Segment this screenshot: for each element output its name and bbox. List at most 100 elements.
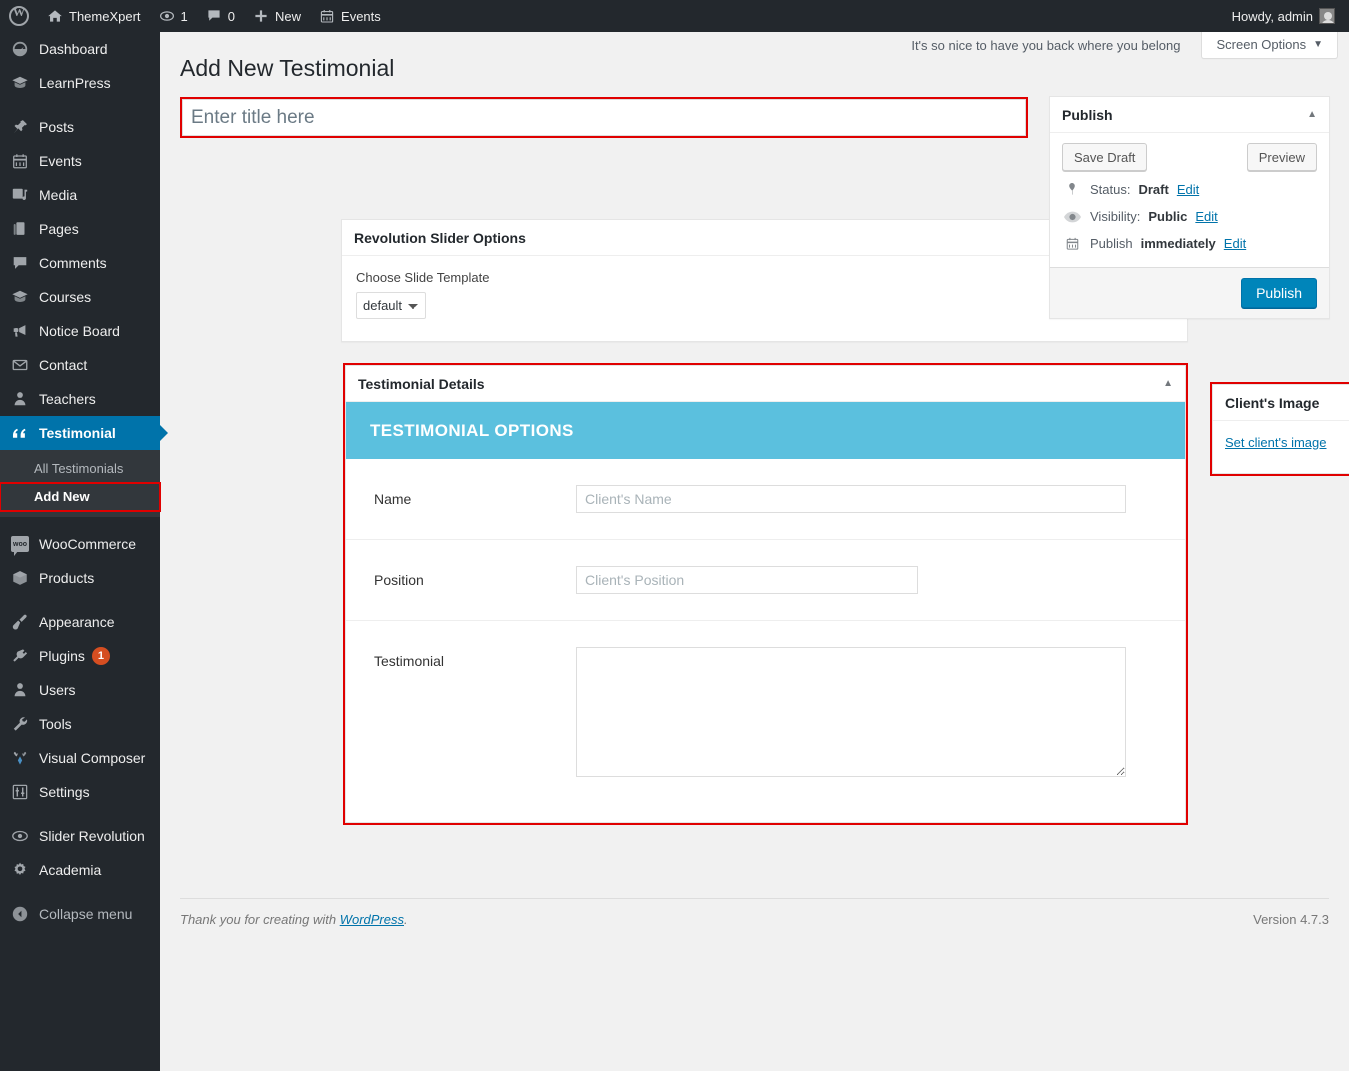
sidebar-item-courses[interactable]: Courses (0, 280, 160, 314)
post-title-highlight (180, 97, 1028, 138)
comments-menu[interactable]: 0 (197, 0, 244, 32)
chevron-up-icon[interactable]: ▲ (1307, 109, 1317, 120)
sidebar-item-label: Courses (39, 288, 91, 306)
save-draft-button[interactable]: Save Draft (1062, 143, 1147, 171)
sidebar-separator (0, 517, 160, 527)
sidebar-item-label: Pages (39, 220, 79, 238)
screen-options-label: Screen Options (1216, 37, 1306, 52)
publish-button[interactable]: Publish (1241, 278, 1317, 308)
sidebar-item-notice-board[interactable]: Notice Board (0, 314, 160, 348)
sidebar-item-tools[interactable]: Tools (0, 707, 160, 741)
slide-template-select[interactable]: default (356, 292, 426, 319)
sidebar-item-label: Dashboard (39, 40, 108, 58)
events-label: Events (341, 9, 381, 24)
clients-image-header[interactable]: Client's Image ▲ (1213, 385, 1349, 421)
sidebar-item-label: Plugins (39, 647, 85, 665)
preview-button[interactable]: Preview (1247, 143, 1317, 171)
sidebar-item-events[interactable]: Events (0, 144, 160, 178)
woo-icon: woo (10, 534, 30, 554)
visibility-value: Public (1148, 209, 1187, 224)
status-row: Status: Draft Edit (1062, 175, 1317, 203)
publish-quick-actions: Save Draft Preview (1062, 143, 1317, 175)
wordpress-link[interactable]: WordPress (340, 912, 404, 927)
home-icon (47, 8, 63, 24)
status-value: Draft (1138, 182, 1168, 197)
testimonial-details-header[interactable]: Testimonial Details ▲ (346, 366, 1185, 402)
sidebar-item-woocommerce[interactable]: woo WooCommerce (0, 527, 160, 561)
sidebar-item-users[interactable]: Users (0, 673, 160, 707)
new-content-menu[interactable]: New (244, 0, 310, 32)
testimonial-details-title: Testimonial Details (358, 376, 485, 392)
edit-schedule-link[interactable]: Edit (1224, 236, 1246, 251)
megaphone-icon (10, 321, 30, 341)
sidebar-item-label: Slider Revolution (39, 827, 145, 845)
updates-count: 1 (181, 9, 188, 24)
sidebar-item-label: Collapse menu (39, 905, 132, 923)
sidebar-item-learnpress[interactable]: LearnPress (0, 66, 160, 100)
form-row-testimonial: Testimonial (346, 621, 1185, 803)
sidebar-item-label: Notice Board (39, 322, 120, 340)
sidebar-item-label: Testimonial (39, 424, 116, 442)
testimonial-submenu: All Testimonials Add New (0, 450, 160, 517)
form-row-name: Name (346, 459, 1185, 540)
collapse-menu-button[interactable]: Collapse menu (0, 897, 160, 931)
publish-panel-header[interactable]: Publish ▲ (1050, 97, 1329, 133)
edit-visibility-link[interactable]: Edit (1195, 209, 1217, 224)
footer-thanks-suffix: . (404, 912, 408, 927)
sidebar-item-visual-composer[interactable]: Visual Composer (0, 741, 160, 775)
sidebar-item-label: Academia (39, 861, 101, 879)
client-position-input[interactable] (576, 566, 918, 594)
sidebar-item-label: WooCommerce (39, 535, 136, 553)
sidebar-item-label: Comments (39, 254, 107, 272)
events-menu[interactable]: Events (310, 0, 390, 32)
testimonial-details-highlight: Testimonial Details ▲ TESTIMONIAL OPTION… (343, 363, 1188, 825)
sidebar-item-testimonial[interactable]: Testimonial (0, 416, 160, 450)
sidebar-item-media[interactable]: Media (0, 178, 160, 212)
chevron-down-icon: ▼ (1313, 40, 1323, 50)
calendar-icon (10, 151, 30, 171)
sidebar-item-comments[interactable]: Comments (0, 246, 160, 280)
clients-image-highlight: Client's Image ▲ Set client's image (1210, 382, 1349, 476)
sidebar-subitem-all-testimonials[interactable]: All Testimonials (0, 455, 160, 483)
revolution-icon (10, 826, 30, 846)
set-clients-image-link[interactable]: Set client's image (1225, 435, 1326, 450)
sidebar-item-posts[interactable]: Posts (0, 110, 160, 144)
site-name-menu[interactable]: ThemeXpert (38, 0, 150, 32)
chevron-up-icon[interactable]: ▲ (1163, 378, 1173, 389)
my-account-menu[interactable]: Howdy, admin (1223, 0, 1349, 32)
name-field-label: Name (346, 485, 576, 513)
sidebar-item-label: Posts (39, 118, 74, 136)
calendar-icon (1062, 236, 1082, 251)
client-name-input[interactable] (576, 485, 1126, 513)
sidebar-separator (0, 887, 160, 897)
edit-status-link[interactable]: Edit (1177, 182, 1199, 197)
media-icon (10, 185, 30, 205)
screen-options-button[interactable]: Screen Options ▼ (1201, 32, 1338, 59)
sidebar-item-plugins[interactable]: Plugins 1 (0, 639, 160, 673)
pages-icon (10, 219, 30, 239)
graduation-cap-icon (10, 73, 30, 93)
sidebar-item-pages[interactable]: Pages (0, 212, 160, 246)
testimonial-textarea[interactable] (576, 647, 1126, 777)
revolution-panel-title: Revolution Slider Options (354, 230, 526, 246)
sidebar-item-contact[interactable]: Contact (0, 348, 160, 382)
sidebar-subitem-add-new[interactable]: Add New (0, 483, 160, 511)
status-label: Status: (1090, 182, 1130, 197)
sidebar-item-academia[interactable]: Academia (0, 853, 160, 887)
quote-icon (10, 423, 30, 443)
updates-menu[interactable]: 1 (150, 0, 197, 32)
sidebar-item-teachers[interactable]: Teachers (0, 382, 160, 416)
sidebar-item-appearance[interactable]: Appearance (0, 605, 160, 639)
page-title: Add New Testimonial (180, 54, 394, 83)
sidebar-item-dashboard[interactable]: Dashboard (0, 32, 160, 66)
sidebar-item-products[interactable]: Products (0, 561, 160, 595)
post-title-input[interactable] (182, 99, 1026, 136)
sidebar-item-settings[interactable]: Settings (0, 775, 160, 809)
comment-bubble-icon (10, 253, 30, 273)
sidebar-item-slider-revolution[interactable]: Slider Revolution (0, 819, 160, 853)
wp-logo-menu[interactable] (0, 0, 38, 32)
sidebar-item-label: Media (39, 186, 77, 204)
sidebar-item-label: Contact (39, 356, 87, 374)
testimonial-options-banner: TESTIMONIAL OPTIONS (346, 402, 1185, 459)
position-field-label: Position (346, 566, 576, 594)
